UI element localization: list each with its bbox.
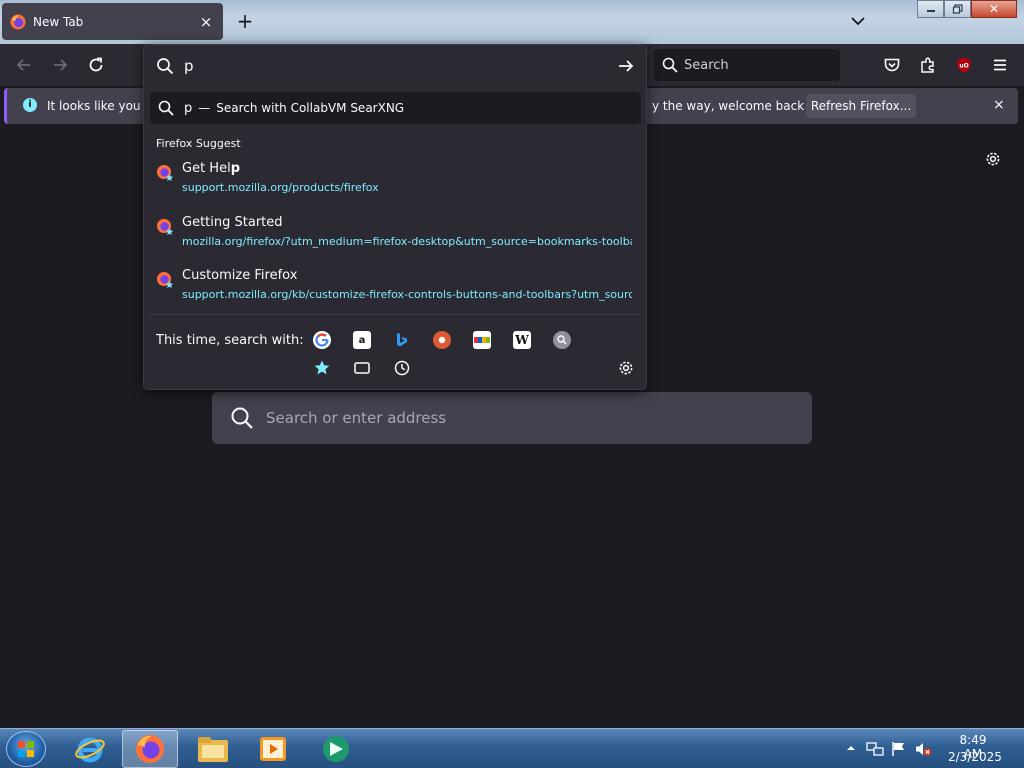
divider: [150, 314, 641, 315]
media-player-icon: [260, 737, 286, 761]
bing-icon[interactable]: [393, 331, 411, 349]
tabs-icon[interactable]: [353, 359, 371, 377]
searxng-icon[interactable]: [553, 331, 571, 349]
page-search-input[interactable]: Search or enter address: [212, 392, 812, 444]
history-icon[interactable]: [393, 359, 411, 377]
reload-icon: [89, 57, 103, 72]
internet-explorer-icon: [75, 737, 105, 763]
suggestion-title: Customize Firefox: [182, 268, 298, 283]
search-icon: [662, 57, 678, 73]
suggestion-title: Getting Started: [182, 215, 283, 230]
notification-text-end: y the way, welcome back!: [652, 99, 810, 113]
taskbar-file-explorer[interactable]: [185, 730, 241, 768]
bookmarks-icon[interactable]: [313, 359, 331, 377]
network-icon[interactable]: [866, 740, 884, 758]
app-icon: [323, 736, 349, 762]
search-bar-placeholder: Search: [684, 57, 729, 73]
tab-new-tab[interactable]: New Tab ×: [2, 3, 223, 40]
chevron-down-icon[interactable]: [848, 11, 868, 31]
back-arrow-icon: [16, 59, 30, 71]
magnifier-icon: [557, 335, 567, 345]
suggestion-getting-started[interactable]: Getting Started mozilla.org/firefox/?utm…: [150, 213, 641, 261]
action-center-flag-icon[interactable]: [890, 740, 908, 758]
back-button[interactable]: [12, 53, 36, 77]
minimize-button[interactable]: [917, 0, 944, 18]
window-controls: ✕: [917, 0, 1019, 18]
go-arrow-icon[interactable]: [616, 56, 636, 76]
suggestion-separator: —: [198, 101, 211, 115]
menu-button[interactable]: [988, 53, 1012, 77]
taskbar-firefox[interactable]: [122, 730, 178, 768]
maximize-button[interactable]: [944, 0, 971, 18]
tab-strip: New Tab × + ✕: [0, 0, 1024, 44]
pocket-icon: [884, 58, 900, 72]
search-suggestion-row[interactable]: p — Search with CollabVM SearXNG: [150, 92, 641, 124]
close-notification-icon[interactable]: ×: [993, 97, 1005, 113]
taskbar-app[interactable]: [308, 730, 364, 768]
firefox-bookmark-icon: [157, 272, 174, 288]
clock-date[interactable]: 2/3/2025: [948, 750, 1002, 764]
volume-muted-icon[interactable]: [914, 740, 932, 758]
google-icon[interactable]: [313, 331, 331, 349]
firefox-icon: [10, 14, 26, 29]
new-tab-button[interactable]: +: [233, 9, 257, 33]
duck-icon: [438, 336, 446, 344]
hamburger-menu-icon: [994, 59, 1006, 71]
suggestion-query: p: [184, 100, 193, 116]
search-settings-gear-icon[interactable]: [617, 359, 635, 377]
urlbar-dropdown: p — Search with CollabVM SearXNG Firefox…: [143, 44, 647, 390]
refresh-firefox-button[interactable]: Refresh Firefox...: [806, 94, 916, 118]
suggestion-url: support.mozilla.org/kb/customize-firefox…: [182, 288, 632, 301]
amazon-icon[interactable]: a: [353, 331, 371, 349]
suggestion-url: support.mozilla.org/products/firefox: [182, 181, 379, 194]
forward-button[interactable]: [48, 53, 72, 77]
google-logo-icon: [315, 333, 329, 347]
show-hidden-icons-icon[interactable]: [846, 743, 856, 753]
urlbar-input[interactable]: [184, 57, 604, 75]
firefox-bookmark-icon: [157, 165, 174, 181]
firefox-bookmark-icon: [157, 219, 174, 235]
svg-text:uO: uO: [959, 63, 968, 70]
suggestion-action: Search with CollabVM SearXNG: [216, 101, 405, 115]
forward-arrow-icon: [54, 59, 68, 71]
reload-button[interactable]: [84, 53, 108, 77]
ublock-origin-icon: uO: [957, 57, 971, 73]
duckduckgo-icon[interactable]: [433, 331, 451, 349]
minimize-icon: [926, 10, 935, 12]
taskbar: [0, 728, 1024, 768]
close-window-button[interactable]: ✕: [971, 0, 1017, 18]
bing-logo-icon: [397, 333, 407, 347]
ebay-logo-icon: [474, 337, 490, 343]
suggestion-url: mozilla.org/firefox/?utm_medium=firefox-…: [182, 235, 632, 248]
gear-icon[interactable]: [984, 150, 1002, 168]
firefox-suggest-label: Firefox Suggest: [156, 137, 241, 150]
puzzle-piece-icon: [921, 57, 934, 73]
folder-icon: [198, 737, 228, 762]
taskbar-internet-explorer[interactable]: [62, 730, 118, 768]
extensions-button[interactable]: [916, 53, 940, 77]
suggestion-title: Get Help: [182, 161, 240, 176]
search-icon: [157, 58, 174, 75]
search-icon: [158, 100, 174, 116]
ublock-origin-button[interactable]: uO: [952, 53, 976, 77]
close-tab-icon[interactable]: ×: [197, 13, 215, 31]
start-button[interactable]: [6, 731, 46, 767]
urlbar[interactable]: [144, 45, 646, 87]
suggestion-customize-firefox[interactable]: Customize Firefox support.mozilla.org/kb…: [150, 266, 641, 314]
ebay-icon[interactable]: [473, 331, 491, 349]
tab-title: New Tab: [33, 14, 84, 29]
page-search-placeholder: Search or enter address: [266, 409, 447, 427]
restore-icon: [952, 4, 963, 14]
search-with-label: This time, search with:: [156, 333, 304, 348]
windows-logo-icon: [18, 741, 34, 757]
firefox-icon: [136, 735, 164, 763]
search-bar[interactable]: Search: [654, 49, 840, 81]
info-icon: i: [23, 98, 37, 112]
pocket-button[interactable]: [880, 53, 904, 77]
wikipedia-icon[interactable]: W: [513, 331, 531, 349]
taskbar-media-player[interactable]: [245, 730, 301, 768]
search-icon: [231, 407, 253, 429]
suggestion-get-help[interactable]: Get Help support.mozilla.org/products/fi…: [150, 159, 641, 207]
